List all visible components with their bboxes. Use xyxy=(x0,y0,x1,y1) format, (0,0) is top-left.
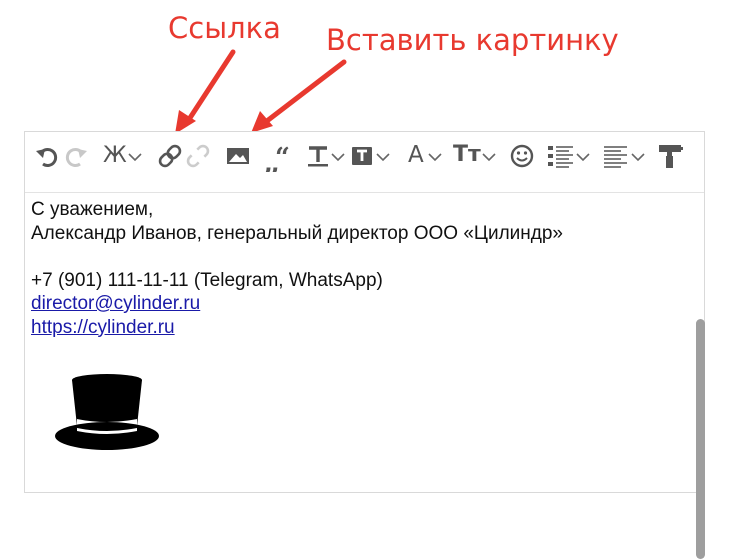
undo-icon xyxy=(36,148,58,167)
quote-icon: „ “ xyxy=(263,143,290,172)
image-icon xyxy=(227,148,249,164)
text-color-icon xyxy=(308,146,345,167)
background-color-icon xyxy=(352,147,390,165)
chevron-down-icon xyxy=(128,153,142,162)
undo-button[interactable] xyxy=(34,140,62,172)
font-icon: A xyxy=(408,142,424,168)
annotation-image-label: Вставить картинку xyxy=(326,23,619,57)
unlink-icon xyxy=(186,144,210,168)
emoji-button[interactable] xyxy=(509,140,535,172)
chevron-down-icon xyxy=(482,153,496,162)
greeting-text: С уважением, xyxy=(31,199,154,220)
format-painter-button[interactable] xyxy=(657,140,685,172)
background-color-button[interactable] xyxy=(351,140,393,172)
top-hat-icon xyxy=(55,374,159,450)
empty-line xyxy=(31,245,686,269)
vertical-scrollbar[interactable] xyxy=(696,319,705,559)
annotation-link-label: Ссылка xyxy=(168,11,281,45)
bold-icon: Ж xyxy=(103,143,127,168)
redo-button[interactable] xyxy=(61,140,89,172)
signature-content[interactable]: С уважением, Александр Иванов, генеральн… xyxy=(31,198,705,559)
emoji-icon xyxy=(510,144,534,168)
redo-icon xyxy=(65,148,87,167)
editor-toolbar: Ж „ “ A Тт xyxy=(25,132,704,193)
align-icon xyxy=(604,146,645,168)
list-button[interactable] xyxy=(547,140,593,172)
insert-link-button[interactable] xyxy=(157,140,183,172)
signature-editor: Ж „ “ A Тт С уважением, Александр Иванов… xyxy=(24,131,705,559)
align-button[interactable] xyxy=(603,140,649,172)
unlink-button[interactable] xyxy=(185,140,211,172)
link-icon xyxy=(158,144,182,168)
arrow-to-image-icon xyxy=(251,59,347,133)
insert-image-button[interactable] xyxy=(225,140,251,172)
text-color-button[interactable] xyxy=(307,140,347,172)
chevron-down-icon xyxy=(428,153,442,162)
website-link[interactable]: https://cylinder.ru xyxy=(31,317,175,338)
name-title-text: Александр Иванов, генеральный директор О… xyxy=(31,222,563,244)
arrow-to-link-icon xyxy=(175,49,236,134)
email-link[interactable]: director@cylinder.ru xyxy=(31,293,200,314)
list-icon xyxy=(548,146,590,168)
svg-text:“: “ xyxy=(275,143,290,172)
phone-text: +7 (901) 111-11-11 (Telegram, WhatsApp) xyxy=(31,269,383,291)
font-size-icon: Тт xyxy=(453,142,481,167)
quote-button[interactable]: „ “ xyxy=(263,140,293,172)
format-painter-icon xyxy=(659,145,683,168)
